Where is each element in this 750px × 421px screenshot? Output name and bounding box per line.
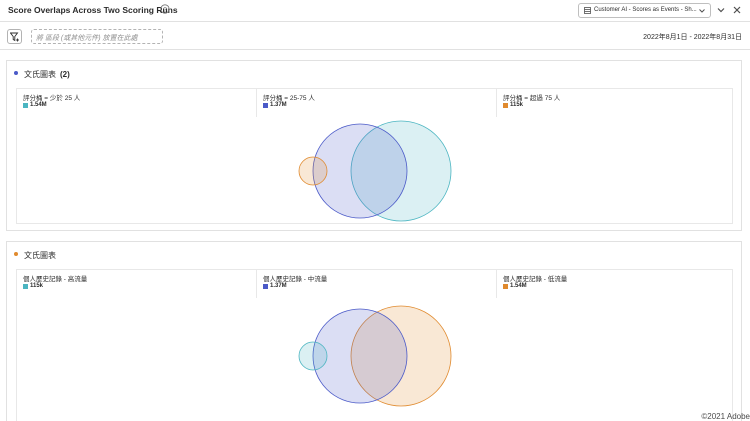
venn-circle-orange[interactable]	[298, 156, 328, 186]
page-title: Score Overlaps Across Two Scoring Runs	[8, 5, 178, 15]
panel-status-dot	[14, 71, 18, 75]
copyright: ©2021 Adobe	[701, 412, 750, 421]
filter-bar: 將 區段 (或其他元件) 放置在此處 2022年8月1日 - 2022年8月31…	[0, 23, 750, 50]
venn-panel-2: 文氏圖表 個人歷史記錄 - 高流量 115k 個人歷史記錄 - 中流量 1.37…	[6, 241, 742, 421]
venn-visualization: 評分桶 = 少於 25 人 1.54M 評分桶 = 25-75 人 1.37M …	[16, 88, 733, 224]
drop-zone-placeholder: 將 區段 (或其他元件) 放置在此處	[36, 35, 138, 42]
dataset-picker[interactable]: Customer AI - Scores as Events - Sh...	[578, 3, 711, 18]
venn-panel-1: 文氏圖表 (2) 評分桶 = 少於 25 人 1.54M 評分桶 = 25-75 …	[6, 60, 742, 231]
panel-title[interactable]: 文氏圖表 (2)	[24, 69, 70, 80]
chevron-down-icon	[699, 9, 705, 13]
date-range[interactable]: 2022年8月1日 - 2022年8月31日	[643, 32, 742, 42]
panel-header: Score Overlaps Across Two Scoring Runs ?…	[0, 0, 750, 22]
filter-add-icon	[10, 32, 19, 42]
filter-add-button[interactable]	[7, 29, 22, 44]
panel-count: (2)	[60, 70, 70, 79]
dataset-picker-label: Customer AI - Scores as Events - Sh...	[594, 7, 697, 13]
venn-circle-teal[interactable]	[298, 341, 328, 371]
close-icon[interactable]	[732, 5, 742, 15]
venn-visualization: 個人歷史記錄 - 高流量 115k 個人歷史記錄 - 中流量 1.37M 個人歷…	[16, 269, 733, 421]
panel-status-dot	[14, 252, 18, 256]
segment-drop-zone[interactable]: 將 區段 (或其他元件) 放置在此處	[31, 29, 163, 44]
dataset-icon	[584, 7, 591, 14]
venn-diagram	[298, 305, 452, 407]
collapse-panel-button[interactable]	[716, 5, 726, 15]
panel-title[interactable]: 文氏圖表	[24, 250, 60, 261]
venn-diagram	[298, 120, 452, 222]
info-circle-icon[interactable]: ?	[160, 4, 170, 14]
